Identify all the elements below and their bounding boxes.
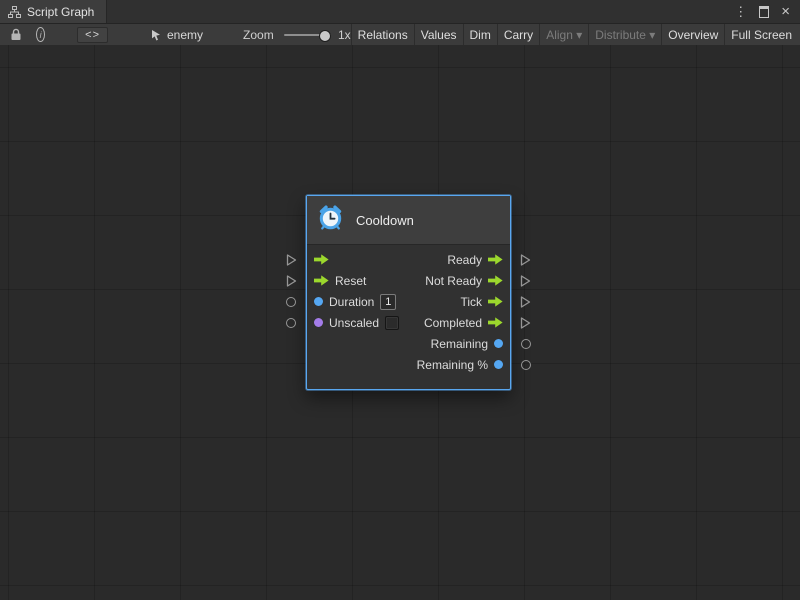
- output-label-tick: Tick: [460, 295, 482, 309]
- tab-script-graph[interactable]: Script Graph: [0, 0, 107, 23]
- zoom-slider-knob[interactable]: [319, 30, 331, 42]
- cooldown-node[interactable]: Cooldown Ready: [306, 195, 511, 390]
- node-header[interactable]: Cooldown: [307, 196, 510, 245]
- value-port-purple-icon[interactable]: [314, 318, 323, 327]
- toolbar-buttons: Relations Values Dim Carry Align ▾ Distr…: [351, 24, 798, 45]
- output-flow-connector[interactable]: [520, 316, 531, 329]
- lock-icon[interactable]: [6, 24, 26, 45]
- distribute-dropdown[interactable]: Distribute ▾: [588, 24, 661, 45]
- output-label-remaining-pct: Remaining %: [417, 358, 488, 372]
- input-value-connector[interactable]: [286, 318, 296, 328]
- output-flow-connector[interactable]: [520, 274, 531, 287]
- tab-bar-spacer: [107, 0, 734, 23]
- port-row: Duration Tick: [307, 291, 510, 312]
- graph-breadcrumb[interactable]: enemy: [150, 28, 203, 42]
- code-icon[interactable]: <>: [77, 27, 108, 43]
- duration-input[interactable]: [380, 294, 396, 310]
- output-value-connector[interactable]: [521, 360, 531, 370]
- input-label-reset: Reset: [335, 274, 366, 288]
- flow-in-arrow-icon[interactable]: [314, 275, 329, 286]
- graph-name: enemy: [167, 28, 203, 42]
- relations-button[interactable]: Relations: [351, 24, 414, 45]
- output-label-not-ready: Not Ready: [425, 274, 482, 288]
- port-row: Remaining %: [307, 354, 510, 375]
- flow-out-arrow-icon[interactable]: [488, 296, 503, 307]
- maximize-icon[interactable]: [759, 6, 769, 18]
- input-value-connector[interactable]: [286, 297, 296, 307]
- node-title: Cooldown: [356, 213, 414, 228]
- input-label-unscaled: Unscaled: [329, 316, 379, 330]
- input-flow-connector[interactable]: [286, 253, 297, 266]
- port-row: Reset Not Ready: [307, 270, 510, 291]
- window-menu-icon[interactable]: ⋮: [734, 5, 747, 18]
- flow-out-arrow-icon[interactable]: [488, 254, 503, 265]
- tab-bar: Script Graph ⋮ ×: [0, 0, 800, 24]
- flow-out-arrow-icon[interactable]: [488, 275, 503, 286]
- zoom-label: Zoom: [243, 28, 274, 42]
- output-label-remaining: Remaining: [431, 337, 488, 351]
- value-port-blue-icon[interactable]: [314, 297, 323, 306]
- output-flow-connector[interactable]: [520, 253, 531, 266]
- value-port-blue-icon[interactable]: [494, 339, 503, 348]
- window-controls: ⋮ ×: [734, 0, 800, 23]
- port-row: Unscaled Completed: [307, 312, 510, 333]
- overview-button[interactable]: Overview: [661, 24, 724, 45]
- dim-button[interactable]: Dim: [463, 24, 497, 45]
- tab-label: Script Graph: [27, 5, 94, 19]
- script-graph-window: Script Graph ⋮ × i <> enemy Zoom: [0, 0, 800, 600]
- output-value-connector[interactable]: [521, 339, 531, 349]
- pointer-icon: [150, 29, 162, 41]
- input-label-duration: Duration: [329, 295, 374, 309]
- carry-button[interactable]: Carry: [497, 24, 539, 45]
- port-row: Ready: [307, 249, 510, 270]
- align-dropdown[interactable]: Align ▾: [539, 24, 588, 45]
- output-flow-connector[interactable]: [520, 295, 531, 308]
- graph-toolbar: i <> enemy Zoom 1x Relations Values Dim …: [0, 24, 800, 46]
- graph-canvas[interactable]: Cooldown Ready: [0, 45, 800, 600]
- unscaled-checkbox[interactable]: [385, 316, 399, 330]
- zoom-slider[interactable]: [284, 29, 331, 41]
- info-icon[interactable]: i: [36, 27, 45, 42]
- flow-out-arrow-icon[interactable]: [488, 317, 503, 328]
- graph-icon: [8, 6, 21, 18]
- zoom-value: 1x: [338, 28, 351, 42]
- input-flow-connector[interactable]: [286, 274, 297, 287]
- alarm-clock-icon: [317, 204, 344, 236]
- fullscreen-button[interactable]: Full Screen: [724, 24, 798, 45]
- output-label-completed: Completed: [424, 316, 482, 330]
- node-body: Ready: [307, 245, 510, 389]
- port-row: Remaining: [307, 333, 510, 354]
- output-label-ready: Ready: [447, 253, 482, 267]
- values-button[interactable]: Values: [414, 24, 463, 45]
- value-port-blue-icon[interactable]: [494, 360, 503, 369]
- flow-in-arrow-icon[interactable]: [314, 254, 329, 265]
- close-icon[interactable]: ×: [781, 4, 790, 19]
